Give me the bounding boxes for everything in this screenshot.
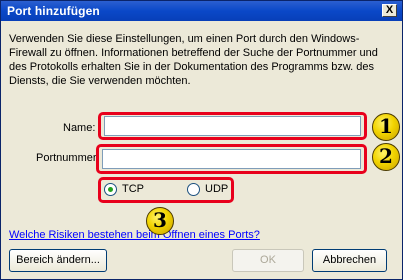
description-text: Verwenden Sie diese Einstellungen, um ei… — [9, 33, 378, 87]
udp-radio[interactable] — [187, 183, 200, 196]
udp-label[interactable]: UDP — [205, 183, 228, 195]
cancel-button[interactable]: Abbrechen — [312, 249, 387, 272]
add-port-dialog: Port hinzufügen X Verwenden Sie diese Ei… — [0, 0, 403, 280]
ok-button[interactable]: OK — [232, 249, 304, 272]
close-button[interactable]: X — [382, 4, 397, 17]
tcp-radio[interactable] — [104, 183, 117, 196]
annotation-badge-3: 3 — [146, 207, 174, 235]
change-scope-button[interactable]: Bereich ändern... — [9, 249, 107, 272]
dialog-title: Port hinzufügen — [7, 4, 100, 18]
close-icon: X — [385, 4, 394, 16]
annotation-badge-1: 1 — [372, 113, 400, 141]
port-label: Portnummer: — [36, 152, 100, 164]
tcp-label[interactable]: TCP — [122, 183, 144, 195]
title-bar[interactable]: Port hinzufügen X — [1, 1, 402, 21]
annotation-badge-2: 2 — [372, 143, 400, 171]
name-label: Name: — [63, 122, 96, 134]
port-input[interactable] — [102, 149, 361, 169]
risk-info-link[interactable]: Welche Risiken bestehen beim Öffnen eine… — [9, 229, 260, 241]
name-input[interactable] — [104, 116, 361, 136]
